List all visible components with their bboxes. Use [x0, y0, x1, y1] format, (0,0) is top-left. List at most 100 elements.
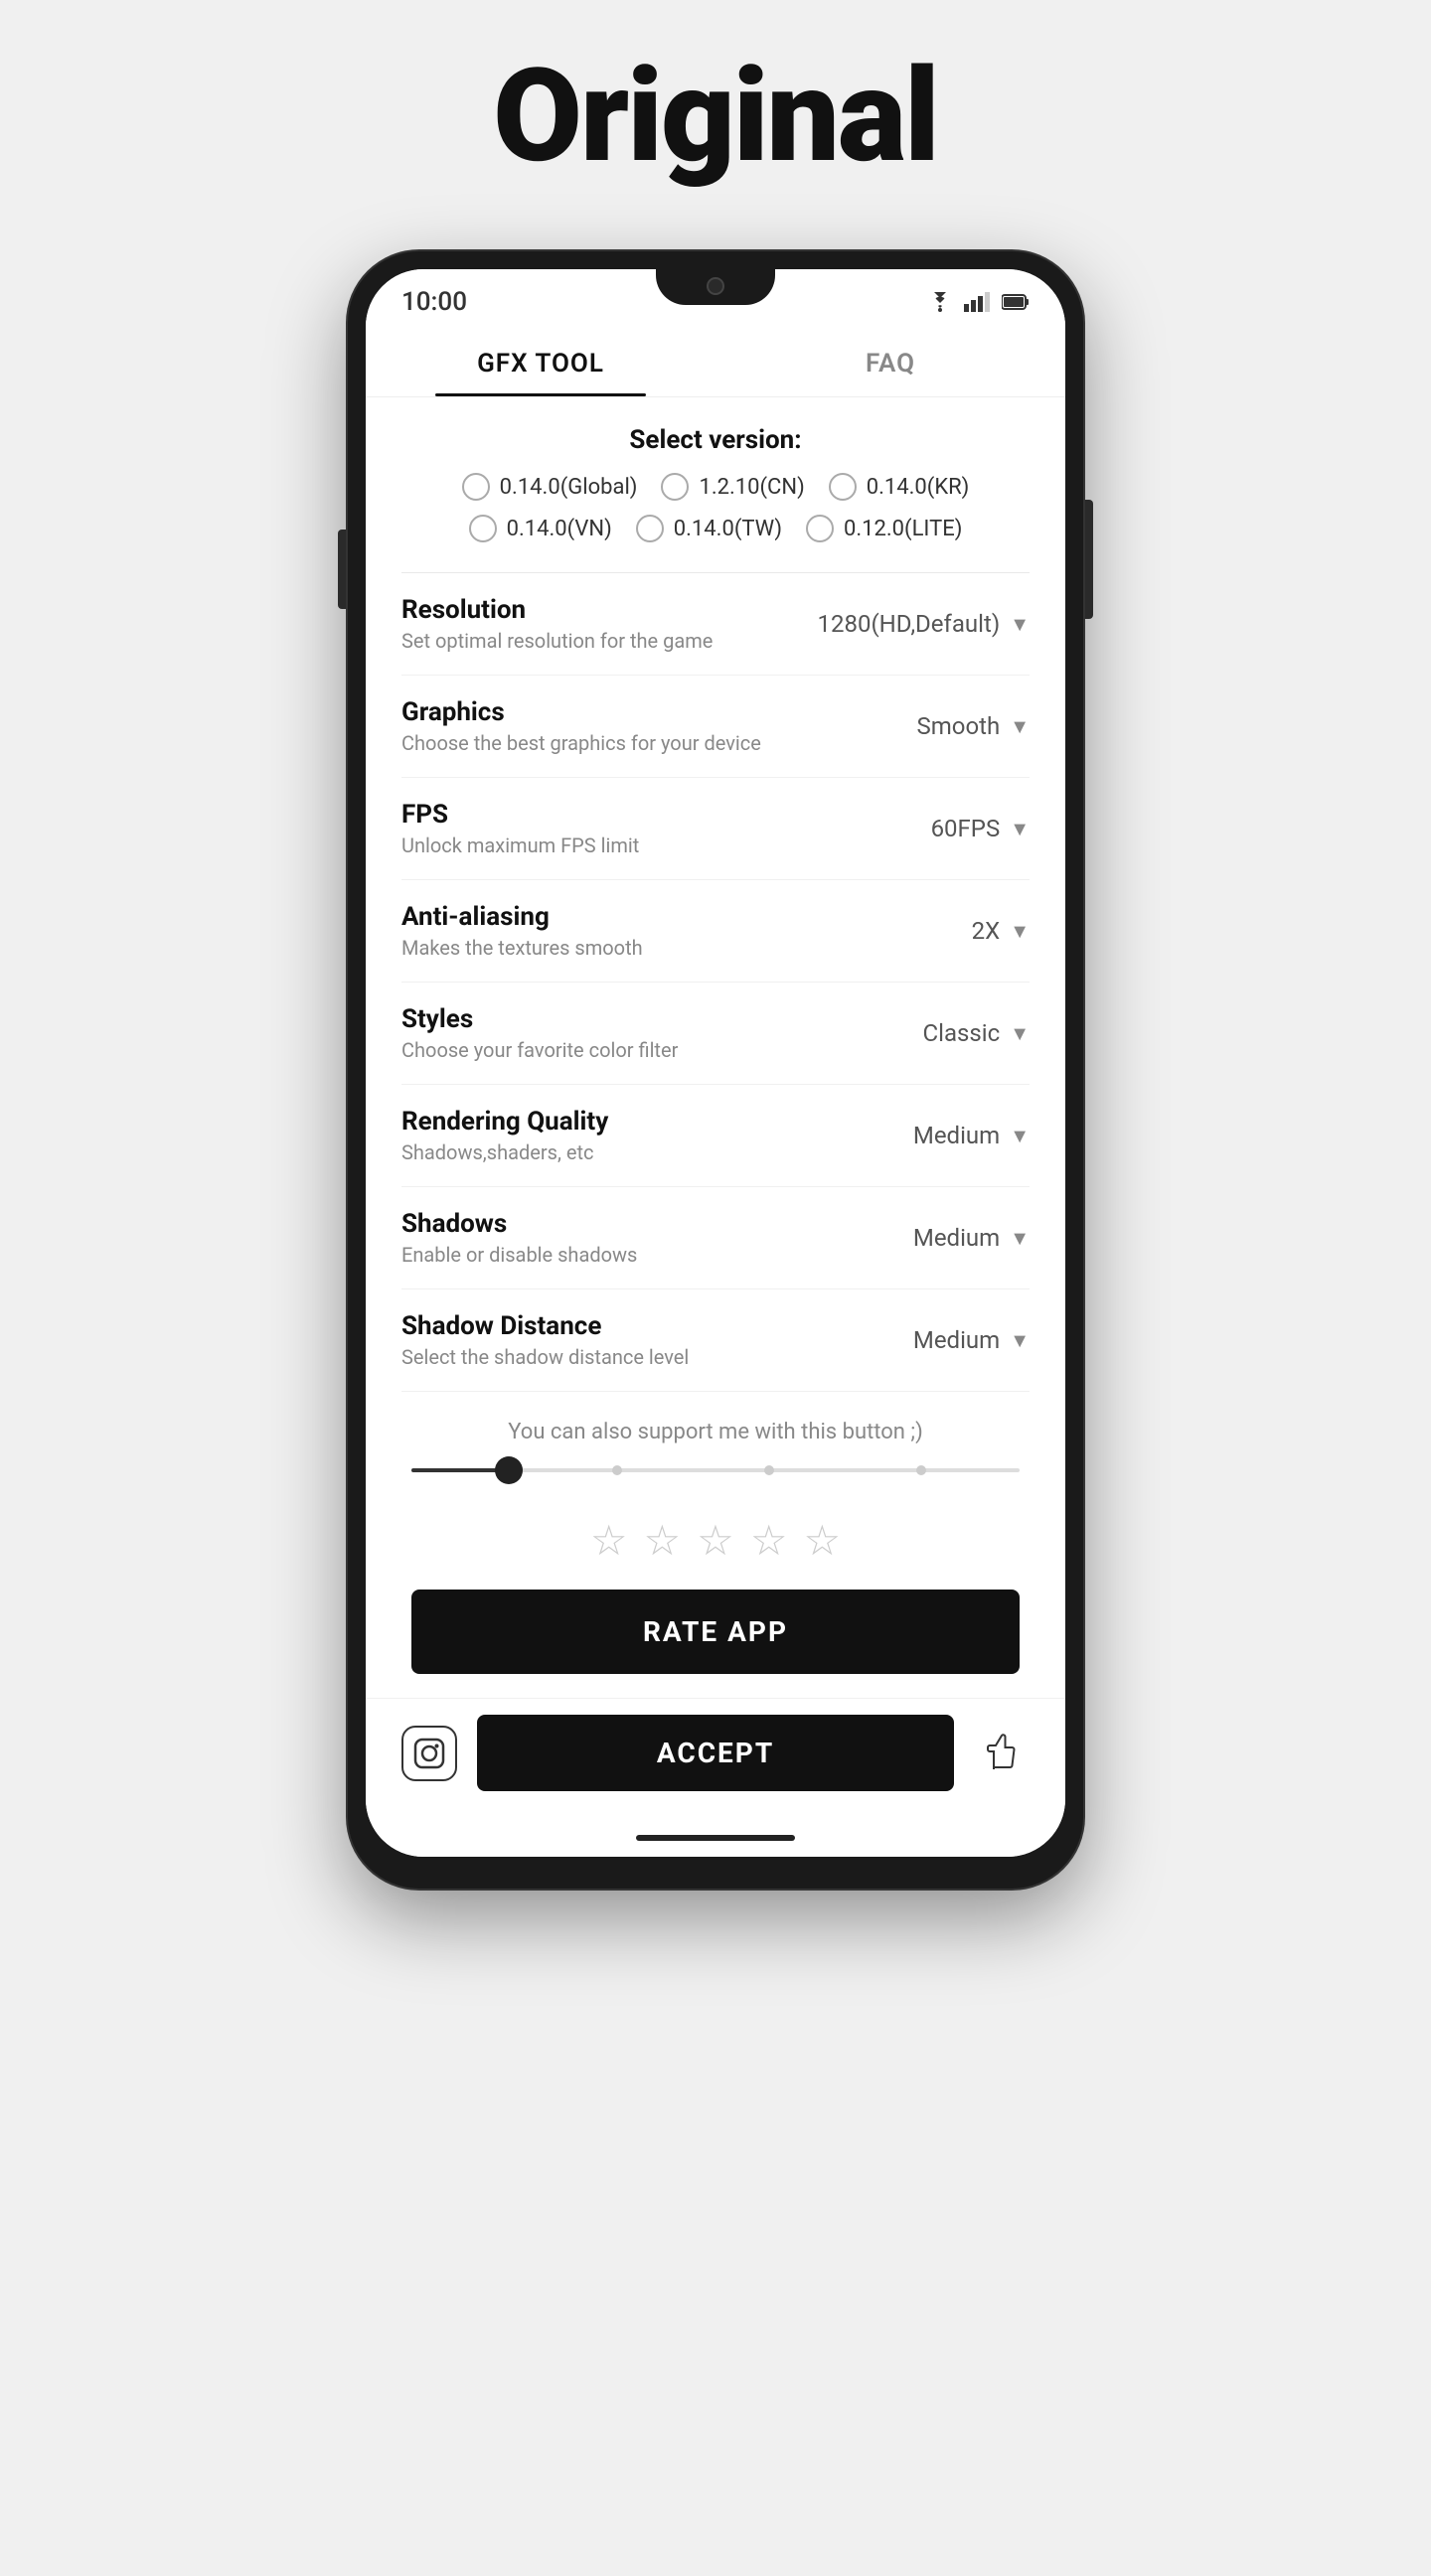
radio-global[interactable] — [462, 473, 490, 501]
rendering-quality-dropdown-icon: ▼ — [1010, 1124, 1030, 1148]
rate-app-button[interactable]: RATE APP — [411, 1590, 1020, 1674]
setting-graphics-label: Graphics — [401, 697, 871, 727]
setting-rendering-quality: Rendering Quality Shadows,shaders, etc M… — [401, 1085, 1030, 1187]
status-time: 10:00 — [401, 287, 467, 317]
fps-value: 60FPS — [931, 815, 1001, 842]
setting-shadows-info: Shadows Enable or disable shadows — [401, 1209, 871, 1267]
graphics-control[interactable]: Smooth ▼ — [871, 712, 1030, 740]
setting-graphics-info: Graphics Choose the best graphics for yo… — [401, 697, 871, 755]
version-row-1: 0.14.0(Global) 1.2.10(CN) 0.14.0(KR) — [401, 473, 1030, 501]
shadow-distance-dropdown-icon: ▼ — [1010, 1328, 1030, 1353]
setting-fps-info: FPS Unlock maximum FPS limit — [401, 800, 871, 857]
resolution-dropdown-icon: ▼ — [1010, 612, 1030, 637]
fps-control[interactable]: 60FPS ▼ — [871, 815, 1030, 842]
support-text: You can also support me with this button… — [401, 1420, 1030, 1444]
home-indicator — [636, 1835, 795, 1841]
thumbsup-icon — [982, 1734, 1022, 1773]
styles-dropdown-icon: ▼ — [1010, 1021, 1030, 1046]
status-icons — [926, 292, 1030, 312]
select-version-section: Select version: 0.14.0(Global) 1.2.10(CN… — [401, 397, 1030, 572]
styles-value: Classic — [923, 1019, 1001, 1047]
graphics-dropdown-icon: ▼ — [1010, 714, 1030, 739]
rendering-quality-control[interactable]: Medium ▼ — [871, 1122, 1030, 1149]
setting-anti-aliasing-desc: Makes the textures smooth — [401, 936, 871, 960]
setting-anti-aliasing-label: Anti-aliasing — [401, 902, 871, 932]
main-content: Select version: 0.14.0(Global) 1.2.10(CN… — [366, 397, 1065, 1674]
rendering-quality-value: Medium — [913, 1122, 1000, 1149]
tabs-bar: GFX TOOL FAQ — [366, 325, 1065, 397]
setting-resolution-info: Resolution Set optimal resolution for th… — [401, 595, 817, 653]
setting-fps: FPS Unlock maximum FPS limit 60FPS ▼ — [401, 778, 1030, 880]
support-section: You can also support me with this button… — [401, 1392, 1030, 1516]
setting-anti-aliasing: Anti-aliasing Makes the textures smooth … — [401, 880, 1030, 983]
setting-styles-label: Styles — [401, 1004, 871, 1034]
fps-dropdown-icon: ▼ — [1010, 817, 1030, 841]
version-row-2: 0.14.0(VN) 0.14.0(TW) 0.12.0(LITE) — [401, 515, 1030, 542]
setting-styles-info: Styles Choose your favorite color filter — [401, 1004, 871, 1062]
status-bar: 10:00 — [366, 269, 1065, 325]
select-version-title: Select version: — [401, 425, 1030, 455]
star-2[interactable]: ☆ — [644, 1516, 682, 1566]
radio-cn[interactable] — [661, 473, 689, 501]
setting-resolution: Resolution Set optimal resolution for th… — [401, 573, 1030, 676]
setting-shadow-distance-info: Shadow Distance Select the shadow distan… — [401, 1311, 871, 1369]
support-slider[interactable] — [411, 1468, 1020, 1472]
version-vn[interactable]: 0.14.0(VN) — [469, 515, 612, 542]
setting-rendering-quality-label: Rendering Quality — [401, 1107, 871, 1136]
star-5[interactable]: ☆ — [803, 1516, 841, 1566]
version-tw[interactable]: 0.14.0(TW) — [636, 515, 782, 542]
styles-control[interactable]: Classic ▼ — [871, 1019, 1030, 1047]
phone-screen: 10:00 — [366, 269, 1065, 1857]
setting-fps-label: FPS — [401, 800, 871, 830]
anti-aliasing-control[interactable]: 2X ▼ — [871, 917, 1030, 945]
shadow-distance-value: Medium — [913, 1326, 1000, 1354]
setting-fps-desc: Unlock maximum FPS limit — [401, 833, 871, 857]
star-3[interactable]: ☆ — [697, 1516, 734, 1566]
setting-anti-aliasing-info: Anti-aliasing Makes the textures smooth — [401, 902, 871, 960]
anti-aliasing-value: 2X — [972, 917, 1001, 945]
tab-faq[interactable]: FAQ — [716, 325, 1065, 396]
notch — [656, 269, 775, 305]
setting-shadows-desc: Enable or disable shadows — [401, 1243, 871, 1267]
signal-icon — [964, 292, 992, 312]
setting-rendering-quality-desc: Shadows,shaders, etc — [401, 1140, 871, 1164]
resolution-control[interactable]: 1280(HD,Default) ▼ — [817, 610, 1030, 638]
version-global[interactable]: 0.14.0(Global) — [462, 473, 638, 501]
version-kr[interactable]: 0.14.0(KR) — [829, 473, 970, 501]
star-1[interactable]: ☆ — [590, 1516, 628, 1566]
camera — [707, 277, 724, 295]
setting-shadow-distance-desc: Select the shadow distance level — [401, 1345, 871, 1369]
stars-rating[interactable]: ☆ ☆ ☆ ☆ ☆ — [401, 1516, 1030, 1566]
setting-resolution-desc: Set optimal resolution for the game — [401, 629, 817, 653]
accept-button[interactable]: ACCEPT — [477, 1715, 954, 1791]
bottom-bar: ACCEPT — [366, 1698, 1065, 1815]
setting-shadows: Shadows Enable or disable shadows Medium… — [401, 1187, 1030, 1289]
resolution-value: 1280(HD,Default) — [817, 610, 1000, 638]
thumbsup-button[interactable] — [974, 1726, 1030, 1781]
setting-shadow-distance: Shadow Distance Select the shadow distan… — [401, 1289, 1030, 1392]
setting-shadows-label: Shadows — [401, 1209, 871, 1239]
radio-tw[interactable] — [636, 515, 664, 542]
slider-thumb[interactable] — [495, 1456, 523, 1484]
phone-frame: 10:00 — [348, 251, 1083, 1889]
shadows-control[interactable]: Medium ▼ — [871, 1224, 1030, 1252]
slider-dot-1 — [612, 1465, 622, 1475]
tab-gfx-tool[interactable]: GFX TOOL — [366, 325, 716, 396]
shadows-value: Medium — [913, 1224, 1000, 1252]
version-cn[interactable]: 1.2.10(CN) — [661, 473, 804, 501]
shadow-distance-control[interactable]: Medium ▼ — [871, 1326, 1030, 1354]
instagram-icon — [413, 1738, 445, 1769]
setting-graphics-desc: Choose the best graphics for your device — [401, 731, 871, 755]
slider-dot-2 — [764, 1465, 774, 1475]
radio-lite[interactable] — [806, 515, 834, 542]
version-lite[interactable]: 0.12.0(LITE) — [806, 515, 962, 542]
setting-styles-desc: Choose your favorite color filter — [401, 1038, 871, 1062]
radio-kr[interactable] — [829, 473, 857, 501]
battery-icon — [1002, 292, 1030, 312]
anti-aliasing-dropdown-icon: ▼ — [1010, 919, 1030, 944]
setting-resolution-label: Resolution — [401, 595, 817, 625]
star-4[interactable]: ☆ — [750, 1516, 788, 1566]
setting-graphics: Graphics Choose the best graphics for yo… — [401, 676, 1030, 778]
radio-vn[interactable] — [469, 515, 497, 542]
instagram-button[interactable] — [401, 1726, 457, 1781]
